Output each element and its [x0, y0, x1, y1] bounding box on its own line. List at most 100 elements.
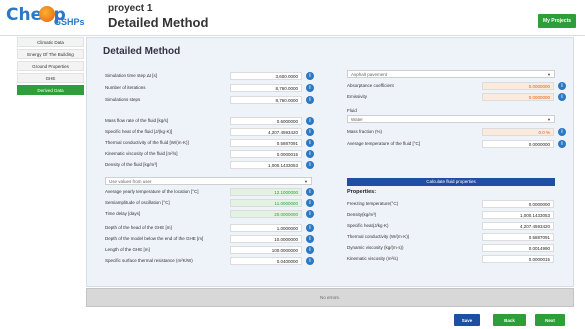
- fluid-select[interactable]: Water ▼: [347, 115, 555, 123]
- field-label: Mass fraction (%): [347, 129, 383, 134]
- next-button[interactable]: Next: [535, 314, 565, 326]
- info-icon[interactable]: i: [306, 117, 314, 125]
- kinematic-viscosity-value: 0.0000015: [482, 255, 554, 263]
- specific-heat-value: 4,207.4593420: [482, 222, 554, 230]
- simulation-steps-input[interactable]: 8,760.0000: [230, 96, 302, 104]
- emissivity-input[interactable]: 0.0000000: [482, 93, 554, 101]
- field-row: Time delay [days] 20.0000000 i: [105, 210, 325, 219]
- property-label: Density(kg/m³): [347, 212, 377, 217]
- save-button[interactable]: Save: [454, 314, 480, 326]
- info-icon[interactable]: i: [306, 150, 314, 158]
- field-label: Simulations steps: [105, 97, 141, 102]
- calculate-fluid-properties-button[interactable]: Calculate fluid properties: [347, 178, 555, 186]
- field-row: Number of iterations 8,760.0000 i: [105, 84, 325, 93]
- info-icon[interactable]: i: [306, 161, 314, 169]
- mass-fraction-input[interactable]: 0.0 %: [482, 128, 554, 136]
- field-row: Mass fraction (%) 0.0 % i: [347, 128, 569, 137]
- field-label: Depth of the model below the end of the …: [105, 236, 204, 241]
- app-logo: Cheap GSHPs: [6, 5, 85, 31]
- specific-heat-input[interactable]: 4,207.4593420: [230, 128, 302, 136]
- field-label: Time delay [days]: [105, 211, 141, 216]
- density-value: 1,000.1433053: [482, 211, 554, 219]
- field-label: Specific surface thermal resistance (m²K…: [105, 258, 193, 263]
- freezing-temperature-value: 0.0000000: [482, 200, 554, 208]
- logo-subtext: GSHPs: [54, 17, 85, 27]
- property-row: Kinematic viscosity (m²/s) 0.0000015: [347, 255, 557, 264]
- method-title: Detailed Method: [108, 15, 209, 30]
- sidebar-item-energy-building[interactable]: Energy Of The Building: [17, 49, 84, 59]
- chevron-down-icon: ▼: [304, 179, 308, 184]
- field-row: Mass flow rate of the fluid [kg/s] 0.600…: [105, 117, 325, 126]
- thermal-conductivity-input[interactable]: 0.5887091: [230, 139, 302, 147]
- select-value: Asphalt pavement: [351, 72, 388, 77]
- back-button[interactable]: Back: [493, 314, 526, 326]
- field-row: Depth of the model below the end of the …: [105, 235, 325, 244]
- sidebar-item-ground-properties[interactable]: Ground Properties: [17, 61, 84, 71]
- field-row: Average temperature of the fluid [°C] 0.…: [347, 140, 569, 149]
- page-title: Detailed Method: [103, 46, 181, 57]
- field-row: Simulations steps 8,760.0000 i: [105, 96, 325, 105]
- field-row: Kinematic viscosity of the fluid [m²/s] …: [105, 150, 325, 159]
- info-icon[interactable]: i: [306, 224, 314, 232]
- field-label: Kinematic viscosity of the fluid [m²/s]: [105, 151, 178, 156]
- info-icon[interactable]: i: [306, 246, 314, 254]
- info-icon[interactable]: i: [558, 140, 566, 148]
- field-label: Mass flow rate of the fluid [kg/s]: [105, 118, 169, 123]
- kinematic-viscosity-input[interactable]: 0.0000015: [230, 150, 302, 158]
- property-row: Specific heat(J/kg·K) 4,207.4593420: [347, 222, 557, 231]
- info-icon[interactable]: i: [306, 199, 314, 207]
- property-label: Freezing temperature(°C): [347, 201, 399, 206]
- property-row: Density(kg/m³) 1,000.1433053: [347, 211, 557, 220]
- globe-icon: [39, 6, 55, 22]
- time-step-input[interactable]: 3,600.0000: [230, 72, 302, 80]
- sidebar: Climatic Data Energy Of The Building Gro…: [17, 37, 84, 97]
- field-row: Absorptance coefficient 0.0000000 i: [347, 82, 569, 91]
- field-row: Depth of the head of the GHE [m] 1.00000…: [105, 224, 325, 233]
- project-name: proyect 1: [108, 3, 153, 14]
- field-row: Average yearly temperature of the locati…: [105, 188, 325, 197]
- sidebar-item-ghe[interactable]: GHE: [17, 73, 84, 83]
- field-label: Semiamplitude of oscillation [°C]: [105, 200, 170, 205]
- field-row: Specific heat of the fluid [J/(kg·K)] 4,…: [105, 128, 325, 137]
- info-icon[interactable]: i: [306, 235, 314, 243]
- fluid-label: Fluid: [347, 108, 357, 113]
- info-icon[interactable]: i: [306, 84, 314, 92]
- surface-type-select[interactable]: Asphalt pavement ▼: [347, 70, 555, 78]
- density-input[interactable]: 1,000.1433053: [230, 161, 302, 169]
- time-delay-input[interactable]: 20.0000000: [230, 210, 302, 218]
- climate-source-select[interactable]: Use values from user ▼: [105, 177, 312, 185]
- property-label: Dynamic viscosity (kg/(m·s)): [347, 245, 404, 250]
- sidebar-item-derived-data[interactable]: Derived Data: [17, 85, 84, 95]
- field-label: Simulation time step Δt [s]: [105, 73, 158, 78]
- info-icon[interactable]: i: [558, 82, 566, 90]
- field-label: Specific heat of the fluid [J/(kg·K)]: [105, 129, 173, 134]
- field-label: Density of the fluid [kg/m³]: [105, 162, 158, 167]
- semiamplitude-input[interactable]: 11.0000000: [230, 199, 302, 207]
- info-icon[interactable]: i: [306, 128, 314, 136]
- info-icon[interactable]: i: [306, 210, 314, 218]
- mass-flow-input[interactable]: 0.6000000: [230, 117, 302, 125]
- chevron-down-icon: ▼: [547, 72, 551, 77]
- info-icon[interactable]: i: [558, 93, 566, 101]
- field-row: Thermal conductivity of the fluid [W/(m·…: [105, 139, 325, 148]
- field-row: Length of the GHE [m] 100.0000000 i: [105, 246, 325, 255]
- property-row: Freezing temperature(°C) 0.0000000: [347, 200, 557, 209]
- my-projects-button[interactable]: My Projects: [538, 14, 576, 28]
- field-row: Density of the fluid [kg/m³] 1,000.14330…: [105, 161, 325, 170]
- info-icon[interactable]: i: [558, 128, 566, 136]
- info-icon[interactable]: i: [306, 96, 314, 104]
- iterations-input[interactable]: 8,760.0000: [230, 84, 302, 92]
- yearly-temperature-input[interactable]: 12.1000000: [230, 188, 302, 196]
- model-depth-input[interactable]: 10.0000000: [230, 235, 302, 243]
- info-icon[interactable]: i: [306, 139, 314, 147]
- fluid-temperature-input[interactable]: 0.0000000: [482, 140, 554, 148]
- absorptance-input[interactable]: 0.0000000: [482, 82, 554, 90]
- sidebar-item-climatic-data[interactable]: Climatic Data: [17, 37, 84, 47]
- surface-resistance-input[interactable]: 0.0400000: [230, 257, 302, 265]
- ghe-length-input[interactable]: 100.0000000: [230, 246, 302, 254]
- info-icon[interactable]: i: [306, 257, 314, 265]
- info-icon[interactable]: i: [306, 72, 314, 80]
- info-icon[interactable]: i: [306, 188, 314, 196]
- ghe-head-depth-input[interactable]: 1.0000000: [230, 224, 302, 232]
- select-value: Water: [351, 117, 363, 122]
